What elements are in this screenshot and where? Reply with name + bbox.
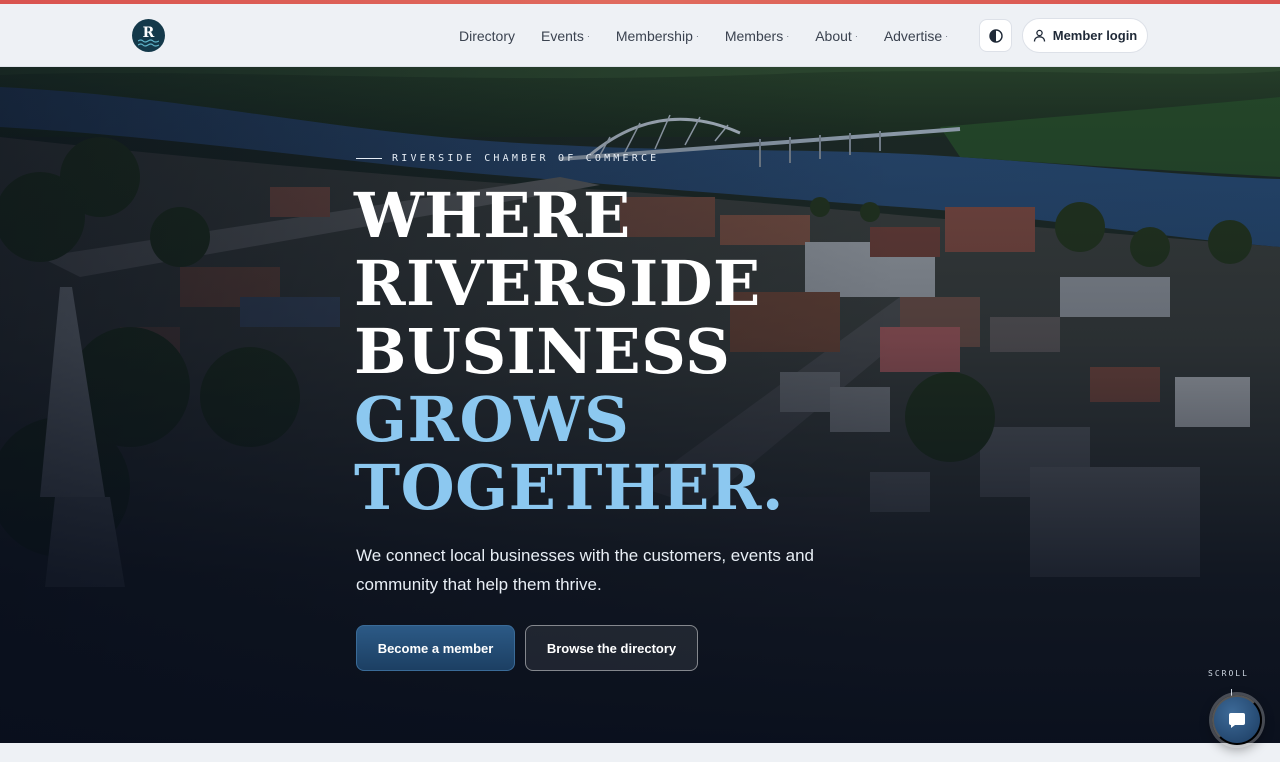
main-nav: Directory Events · Membership · Members … [446, 4, 961, 67]
nav-events[interactable]: Events · [528, 4, 603, 67]
become-member-button[interactable]: Become a member [356, 625, 515, 671]
next-section-edge [0, 743, 1280, 762]
dropdown-indicator: · [695, 30, 699, 41]
headline-line: WHERE [354, 179, 631, 252]
nav-advertise[interactable]: Advertise · [871, 4, 961, 67]
dropdown-indicator: · [945, 30, 949, 41]
hero-eyebrow: RIVERSIDE CHAMBER OF COMMERCE [356, 153, 659, 164]
browse-directory-button[interactable]: Browse the directory [525, 625, 698, 671]
dropdown-indicator: · [854, 30, 858, 41]
dropdown-indicator: · [586, 30, 590, 41]
theme-toggle-button[interactable] [979, 19, 1012, 52]
headline-line: RIVERSIDE [354, 247, 761, 320]
headline-line: BUSINESS [354, 315, 731, 388]
scroll-indicator-label: SCROLL [1208, 669, 1249, 678]
hero-subcopy: We connect local businesses with the cus… [356, 546, 814, 594]
user-icon [1033, 29, 1045, 42]
nav-label: About [815, 27, 852, 44]
nav-label: Directory [459, 27, 516, 44]
eyebrow-rule [356, 158, 382, 159]
dropdown-indicator: · [786, 30, 790, 41]
headline-accent-line: TOGETHER. [354, 451, 784, 524]
nav-label: Members [724, 27, 784, 44]
hero-headline: WHERE RIVERSIDE BUSINESS GROWS TOGETHER. [354, 182, 784, 522]
headline-accent-line: GROWS [354, 383, 630, 456]
chamber-logo[interactable]: R [132, 19, 165, 52]
eyebrow-text: RIVERSIDE CHAMBER OF COMMERCE [392, 153, 660, 164]
chat-launcher-button[interactable] [1212, 695, 1262, 745]
site-header: R Directory Events · Membership · Member… [0, 4, 1280, 67]
chat-bubble-icon [1229, 713, 1245, 728]
nav-directory[interactable]: Directory [446, 4, 528, 67]
nav-about[interactable]: About · [802, 4, 871, 67]
logo-waves-icon [138, 39, 159, 47]
nav-label: Events [541, 27, 584, 44]
hero-section: RIVERSIDE CHAMBER OF COMMERCE WHERE RIVE… [0, 67, 1280, 743]
member-login-button[interactable]: Member login [1022, 18, 1148, 53]
nav-members[interactable]: Members · [712, 4, 802, 67]
nav-membership[interactable]: Membership · [603, 4, 712, 67]
nav-label: Advertise [883, 27, 943, 44]
contrast-icon [988, 28, 1003, 43]
login-label: Member login [1052, 28, 1138, 43]
nav-label: Membership [615, 27, 693, 44]
